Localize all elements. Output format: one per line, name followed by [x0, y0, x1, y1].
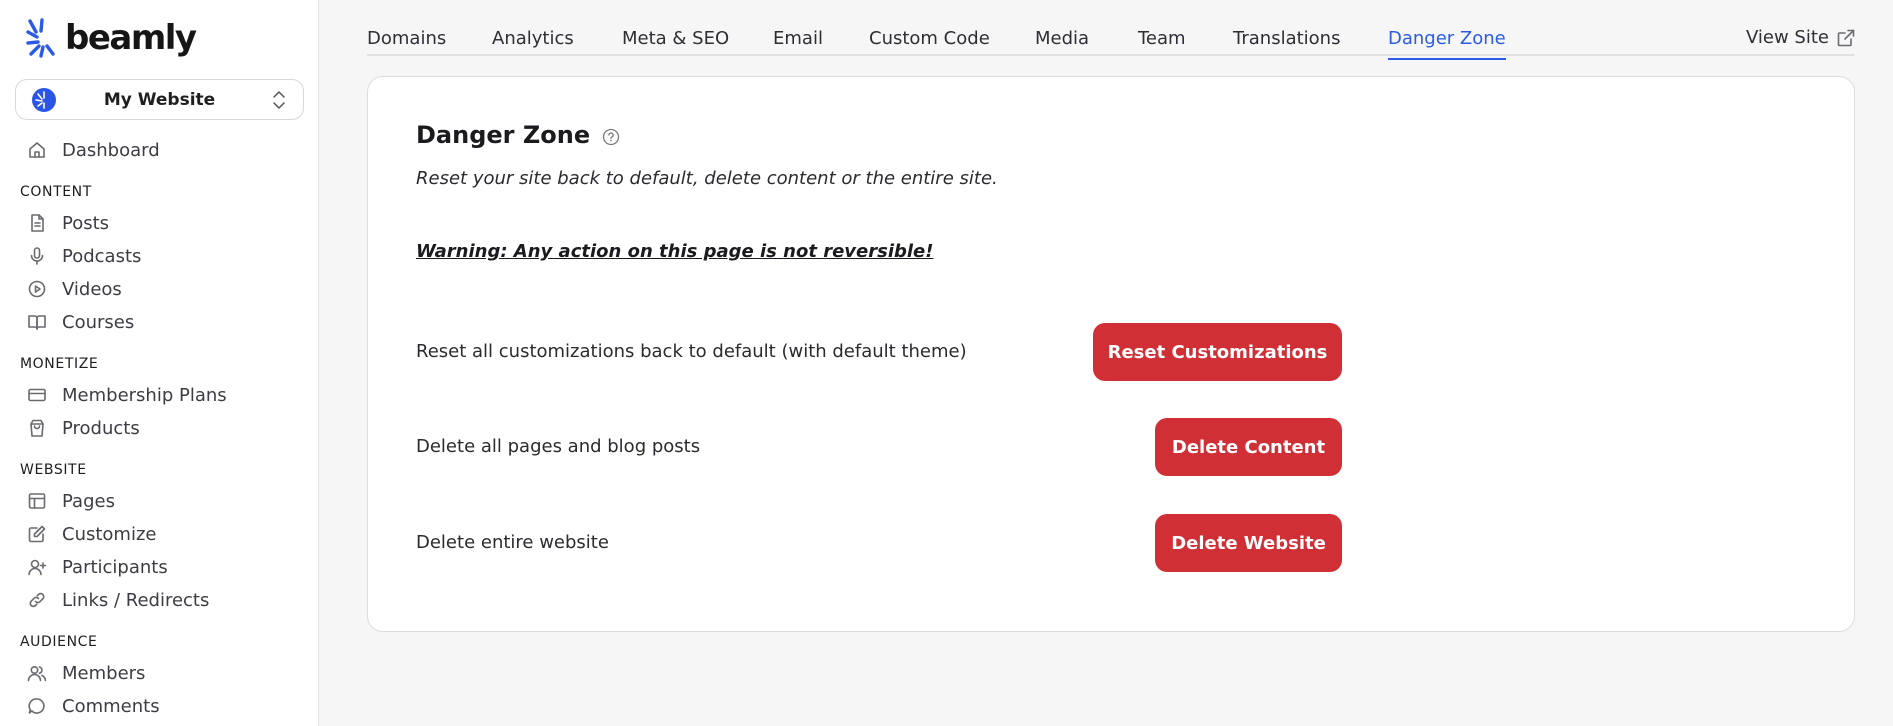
sidebar-item-label: Pages	[62, 490, 115, 512]
site-switcher[interactable]: My Website	[15, 79, 304, 120]
page-description: Reset your site back to default, delete …	[416, 168, 998, 189]
delete-website-button[interactable]: Delete Website	[1155, 514, 1342, 572]
link-icon	[29, 592, 45, 608]
danger-zone-card: Danger Zone Reset your site back to defa…	[367, 76, 1855, 632]
sidebar-item-products[interactable]: Products	[27, 414, 140, 442]
chat-bubble-icon	[28, 698, 45, 714]
tab-danger-zone[interactable]: Danger Zone	[1388, 28, 1506, 60]
page-title: Danger Zone	[416, 121, 620, 149]
sidebar-item-label: Comments	[62, 695, 160, 717]
tab-translations[interactable]: Translations	[1233, 28, 1340, 49]
sidebar-item-links-redirects[interactable]: Links / Redirects	[27, 586, 209, 614]
view-site-label: View Site	[1746, 27, 1829, 48]
sidebar-item-label: Posts	[62, 212, 110, 234]
delete-website-label: Delete entire website	[416, 532, 609, 553]
sidebar-item-label: Customize	[62, 523, 157, 545]
section-heading-monetize: MONETIZE	[20, 356, 99, 372]
beamly-logo-icon	[26, 18, 55, 58]
tab-custom-code[interactable]: Custom Code	[869, 28, 990, 49]
home-icon	[29, 142, 45, 158]
delete-content-button[interactable]: Delete Content	[1155, 418, 1342, 476]
reset-customizations-button[interactable]: Reset Customizations	[1093, 323, 1342, 381]
users-icon	[27, 665, 47, 682]
book-open-icon	[28, 315, 46, 330]
credit-card-icon	[28, 388, 46, 402]
tab-meta-seo[interactable]: Meta & SEO	[622, 28, 729, 49]
chevron-up-down-icon	[273, 91, 285, 109]
section-heading-content: CONTENT	[20, 184, 92, 200]
tab-team[interactable]: Team	[1138, 28, 1186, 49]
section-heading-website: WEBSITE	[20, 462, 87, 478]
view-site-link[interactable]: View Site	[1746, 27, 1855, 48]
sidebar-item-label: Membership Plans	[62, 384, 227, 406]
sidebar-item-podcasts[interactable]: Podcasts	[27, 242, 141, 270]
shopping-bag-icon	[30, 419, 44, 437]
sidebar-item-label: Podcasts	[62, 245, 142, 267]
sidebar-item-posts[interactable]: Posts	[27, 209, 109, 237]
delete-content-label: Delete all pages and blog posts	[416, 436, 701, 457]
external-link-icon	[1837, 29, 1855, 46]
sidebar-item-membership-plans[interactable]: Membership Plans	[27, 381, 227, 409]
site-name: My Website	[103, 89, 216, 110]
page-title-text: Danger Zone	[416, 121, 591, 149]
sidebar-item-videos[interactable]: Videos	[27, 275, 122, 303]
sidebar-item-participants[interactable]: Participants	[27, 553, 168, 581]
sidebar-item-courses[interactable]: Courses	[27, 308, 134, 336]
reset-customizations-label: Reset all customizations back to default…	[416, 341, 967, 362]
play-circle-icon	[28, 280, 46, 298]
section-heading-audience: AUDIENCE	[20, 634, 98, 650]
document-icon	[31, 214, 44, 232]
warning-text: Warning: Any action on this page is not …	[416, 241, 934, 262]
user-plus-icon	[28, 559, 47, 576]
microphone-icon	[30, 247, 44, 265]
sidebar-item-customize[interactable]: Customize	[27, 520, 156, 548]
sidebar-item-label: Products	[62, 417, 140, 439]
edit-icon	[28, 525, 46, 543]
app-name: beamly	[65, 18, 197, 58]
sidebar-item-pages[interactable]: Pages	[27, 487, 115, 515]
sidebar-item-label: Dashboard	[62, 139, 160, 161]
sidebar-item-label: Members	[62, 662, 146, 684]
sidebar-item-label: Links / Redirects	[62, 589, 210, 611]
sidebar-item-comments[interactable]: Comments	[27, 692, 160, 720]
sidebar-item-dashboard[interactable]: Dashboard	[27, 136, 160, 164]
tab-email[interactable]: Email	[773, 28, 823, 49]
sidebar-item-label: Participants	[62, 556, 168, 578]
sidebar: beamly My Website Dashboard CONTENT Post…	[0, 0, 319, 726]
sidebar-item-label: Videos	[62, 278, 122, 300]
app-logo[interactable]: beamly	[26, 17, 197, 59]
help-circle-icon[interactable]	[602, 128, 620, 146]
tab-domains[interactable]: Domains	[367, 28, 446, 49]
tab-analytics[interactable]: Analytics	[492, 28, 574, 49]
tab-media[interactable]: Media	[1035, 28, 1089, 49]
sidebar-item-members[interactable]: Members	[27, 659, 145, 687]
layout-icon	[28, 493, 46, 509]
settings-tabs: Domains Analytics Meta & SEO Email Custo…	[367, 22, 1854, 60]
sidebar-item-label: Courses	[62, 311, 135, 333]
